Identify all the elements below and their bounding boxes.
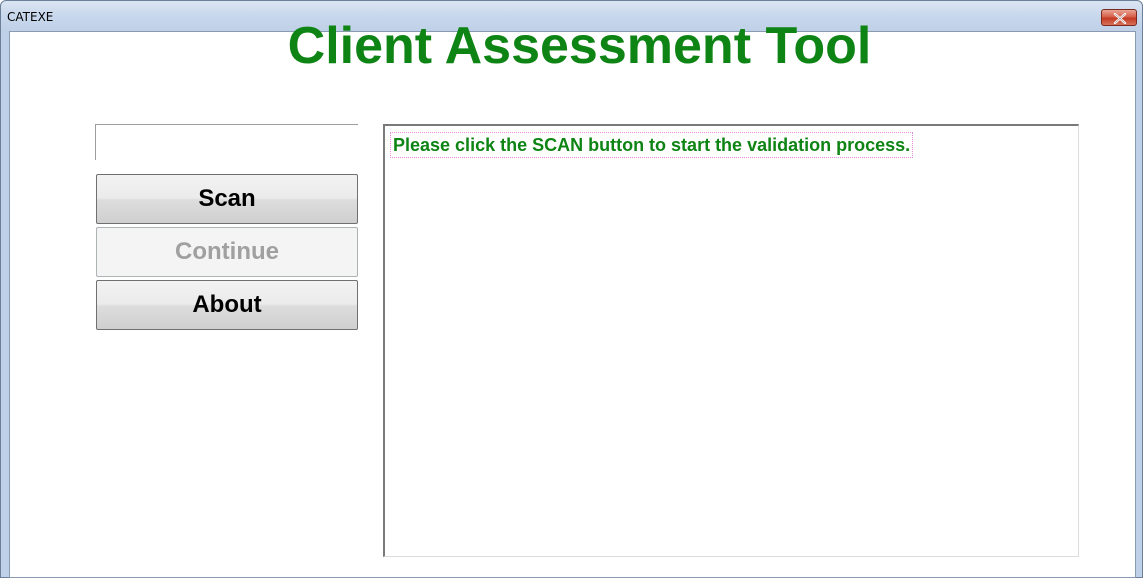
scan-button[interactable]: Scan [96,174,358,224]
continue-button[interactable]: Continue [96,227,358,277]
log-panel[interactable]: Please click the SCAN button to start th… [383,124,1079,557]
app-title-text: Client Assessment Tool [287,17,872,75]
log-message: Please click the SCAN button to start th… [390,132,914,158]
client-id-input[interactable] [95,124,358,160]
app-title: Client Assessment Tool [0,15,1143,77]
about-button[interactable]: About [96,280,358,330]
